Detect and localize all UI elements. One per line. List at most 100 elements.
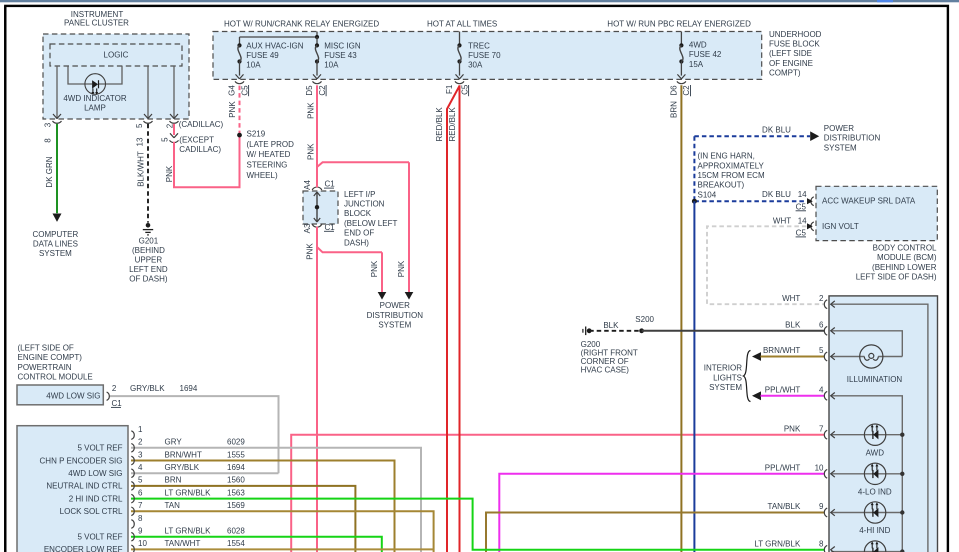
svg-text:2: 2	[819, 294, 824, 303]
svg-text:DISTRIBUTION: DISTRIBUTION	[367, 311, 424, 320]
svg-text:G201: G201	[139, 237, 159, 246]
svg-text:(CADILLAC): (CADILLAC)	[179, 120, 224, 129]
svg-text:8: 8	[44, 138, 53, 143]
svg-text:PNK: PNK	[305, 243, 314, 260]
svg-text:POWER: POWER	[380, 301, 410, 310]
svg-text:IGN VOLT: IGN VOLT	[822, 222, 859, 231]
svg-text:STEERING: STEERING	[247, 161, 288, 170]
svg-text:AUX HVAC-IGN: AUX HVAC-IGN	[246, 41, 303, 50]
svg-text:(LEFT SIDE OF: (LEFT SIDE OF	[18, 343, 74, 352]
svg-text:5 VOLT REF: 5 VOLT REF	[77, 533, 122, 542]
svg-text:BLK: BLK	[603, 321, 619, 330]
svg-text:LEFT I/P: LEFT I/P	[344, 190, 375, 199]
svg-text:JUNCTION: JUNCTION	[344, 200, 385, 209]
svg-text:FUSE BLOCK: FUSE BLOCK	[769, 40, 820, 49]
svg-text:S219: S219	[247, 130, 266, 139]
svg-text:C5: C5	[240, 85, 249, 96]
svg-text:7: 7	[819, 424, 824, 433]
svg-text:BRN/WHT: BRN/WHT	[763, 346, 800, 355]
svg-text:5: 5	[161, 137, 170, 142]
svg-text:9: 9	[819, 502, 824, 511]
svg-text:ILLUMINATION: ILLUMINATION	[847, 375, 903, 384]
svg-text:4: 4	[819, 385, 824, 394]
svg-text:GRY: GRY	[165, 438, 183, 447]
svg-text:PANEL CLUSTER: PANEL CLUSTER	[64, 18, 129, 27]
svg-text:ENCODER LOW REF: ENCODER LOW REF	[44, 545, 123, 552]
svg-text:OF DASH): OF DASH)	[129, 274, 168, 283]
svg-text:C5: C5	[796, 202, 807, 211]
svg-text:D5: D5	[305, 85, 314, 96]
svg-text:COMPUTER: COMPUTER	[33, 230, 79, 239]
svg-text:S200: S200	[635, 315, 654, 324]
svg-text:BLK: BLK	[785, 320, 801, 329]
svg-text:1560: 1560	[227, 476, 245, 485]
svg-text:PNK: PNK	[307, 102, 316, 119]
svg-text:BLK/WHT: BLK/WHT	[136, 151, 145, 187]
svg-text:LAMP: LAMP	[84, 104, 106, 113]
svg-text:DK BLU: DK BLU	[762, 126, 791, 135]
svg-text:(LEFT SIDE: (LEFT SIDE	[769, 49, 812, 58]
svg-text:MODULE (BCM): MODULE (BCM)	[877, 253, 937, 262]
svg-text:4-HI IND: 4-HI IND	[859, 526, 890, 535]
svg-text:LT GRN/BLK: LT GRN/BLK	[165, 488, 212, 497]
svg-text:SYSTEM: SYSTEM	[824, 143, 857, 152]
svg-text:NEUTRAL IND CTRL: NEUTRAL IND CTRL	[46, 482, 123, 491]
svg-text:HOT W/ RUN/CRANK RELAY ENERGIZ: HOT W/ RUN/CRANK RELAY ENERGIZED	[224, 19, 379, 28]
svg-text:SYSTEM: SYSTEM	[39, 249, 72, 258]
svg-text:TREC: TREC	[468, 41, 490, 50]
svg-text:1569: 1569	[227, 501, 245, 510]
svg-text:PNK: PNK	[228, 101, 237, 118]
svg-text:15CM FROM ECM: 15CM FROM ECM	[698, 171, 765, 180]
svg-text:10: 10	[138, 539, 147, 548]
svg-text:6: 6	[138, 488, 143, 497]
svg-text:C2: C2	[682, 85, 691, 96]
svg-text:SYSTEM: SYSTEM	[709, 383, 742, 392]
svg-text:UNDERHOOD: UNDERHOOD	[769, 30, 822, 39]
svg-text:LEFT END: LEFT END	[129, 265, 168, 274]
svg-text:C5: C5	[796, 228, 807, 237]
svg-text:FUSE 43: FUSE 43	[324, 51, 357, 60]
svg-text:2: 2	[112, 384, 117, 393]
svg-text:6: 6	[819, 320, 824, 329]
svg-text:7: 7	[138, 501, 143, 510]
svg-text:FUSE 42: FUSE 42	[689, 50, 722, 59]
svg-text:GRY/BLK: GRY/BLK	[130, 384, 165, 393]
svg-text:1554: 1554	[227, 539, 245, 548]
svg-text:3: 3	[44, 122, 53, 127]
svg-text:PPL/WHT: PPL/WHT	[765, 463, 801, 472]
svg-text:(BELOW LEFT: (BELOW LEFT	[344, 219, 397, 228]
svg-text:6028: 6028	[227, 527, 245, 536]
svg-text:MISC IGN: MISC IGN	[324, 41, 361, 50]
svg-text:A3: A3	[303, 223, 312, 233]
svg-text:BRN/WHT: BRN/WHT	[165, 450, 202, 459]
svg-text:AWD: AWD	[866, 448, 885, 457]
svg-text:BRN: BRN	[669, 101, 678, 118]
svg-text:C2: C2	[318, 85, 327, 96]
svg-text:WHT: WHT	[782, 294, 800, 303]
svg-text:INTERIOR: INTERIOR	[704, 364, 742, 373]
svg-text:C1: C1	[325, 180, 336, 189]
svg-text:CHN P ENCODER SIG: CHN P ENCODER SIG	[40, 456, 123, 465]
svg-text:4: 4	[138, 463, 143, 472]
svg-text:PNK: PNK	[307, 143, 316, 160]
svg-text:F1: F1	[445, 84, 454, 94]
svg-text:DK GRN: DK GRN	[45, 156, 54, 187]
svg-text:PNK: PNK	[370, 260, 379, 277]
svg-text:APPROXIMATELY: APPROXIMATELY	[698, 161, 765, 170]
svg-text:5: 5	[138, 476, 143, 485]
svg-text:3: 3	[138, 450, 143, 459]
svg-text:ENGINE COMPT): ENGINE COMPT)	[18, 353, 83, 362]
svg-text:LEFT SIDE OF DASH): LEFT SIDE OF DASH)	[856, 273, 937, 282]
svg-text:D6: D6	[669, 85, 678, 96]
svg-text:PNK: PNK	[165, 165, 174, 182]
svg-text:END OF: END OF	[344, 229, 374, 238]
svg-text:(EXCEPT: (EXCEPT	[179, 135, 214, 144]
svg-text:10A: 10A	[324, 61, 339, 70]
svg-text:2: 2	[165, 123, 174, 128]
svg-text:BODY CONTROL: BODY CONTROL	[873, 243, 937, 252]
svg-text:15A: 15A	[689, 60, 704, 69]
svg-text:UPPER: UPPER	[135, 256, 163, 265]
svg-text:GRY/BLK: GRY/BLK	[165, 463, 200, 472]
svg-text:HOT AT ALL TIMES: HOT AT ALL TIMES	[427, 19, 497, 28]
svg-text:S104: S104	[698, 190, 717, 199]
